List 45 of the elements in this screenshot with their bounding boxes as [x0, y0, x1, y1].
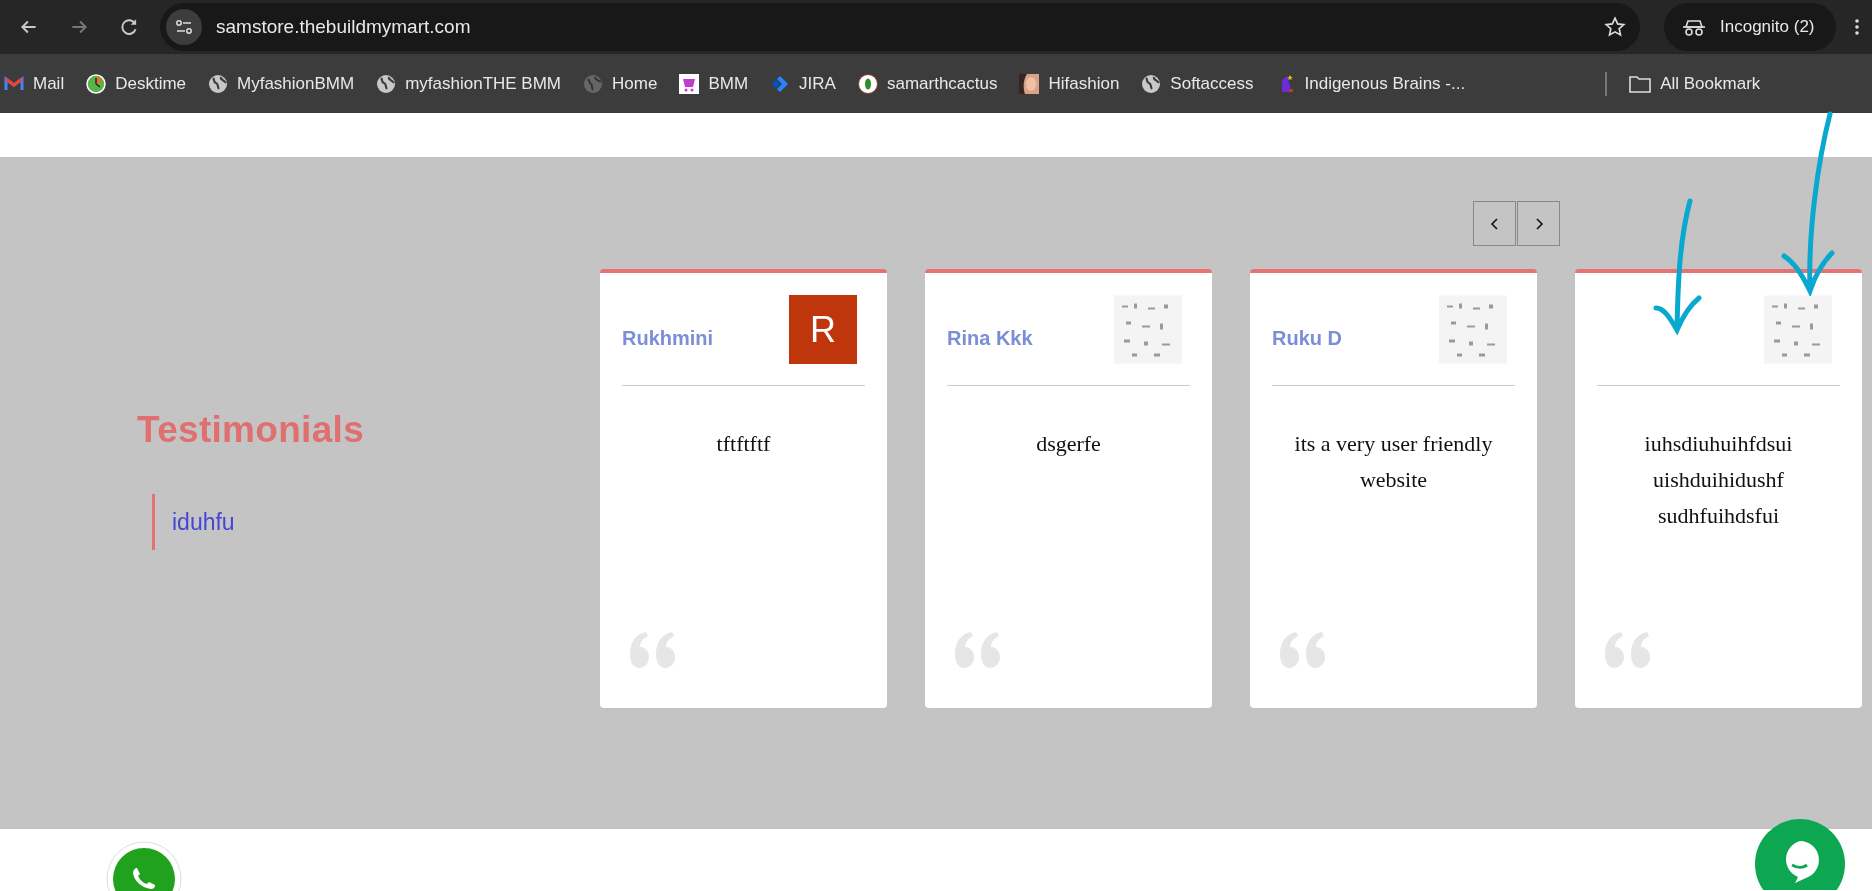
chat-button[interactable]: [1755, 819, 1845, 890]
globe-icon: [376, 73, 397, 94]
site-settings-icon[interactable]: [166, 9, 202, 45]
portrait-icon: [1019, 73, 1040, 94]
whatsapp-button[interactable]: [106, 841, 182, 891]
quote-icon: [1280, 632, 1328, 668]
section-title: Testimonials: [137, 409, 366, 451]
cart-icon: [679, 73, 700, 94]
bookmark-link[interactable]: Softaccess: [1141, 73, 1254, 94]
all-bookmarks-link[interactable]: All Bookmark: [1629, 73, 1761, 94]
bookmark-link[interactable]: BMM: [679, 73, 749, 94]
quote-icon: [630, 632, 678, 668]
quote-icon: [955, 632, 1003, 668]
globe-icon: [583, 73, 604, 94]
chevrons-icon: [770, 73, 791, 94]
globe-icon: [208, 73, 229, 94]
testimonial-text: dsgerfe: [1035, 430, 1102, 458]
star-icon[interactable]: [1604, 16, 1626, 38]
bookmark-link[interactable]: MyfashionBMM: [208, 73, 355, 94]
menu-icon[interactable]: [1854, 17, 1860, 37]
globe-icon: [1141, 73, 1162, 94]
bookmark-link[interactable]: Home: [583, 73, 658, 94]
quote-icon: [1605, 632, 1653, 668]
address-bar[interactable]: samstore.thebuildmymart.com: [160, 3, 1640, 51]
chevron-left-icon: [1489, 216, 1500, 231]
avatar-letter: R: [789, 295, 857, 364]
incognito-icon: [1682, 17, 1706, 37]
bookmark-link[interactable]: samarthcactus: [857, 73, 998, 94]
bookmark-link[interactable]: Mail: [4, 73, 65, 94]
testimonial-text: iuhsdiuhuihfdsui uishduihidushf sudhfuihdsfui: [1643, 430, 1794, 530]
bookmark-link[interactable]: Indigenous Brains -...: [1275, 73, 1466, 94]
reviewer-name: Ruku D: [1272, 327, 1342, 350]
reviewer-name: Rina Kkk: [947, 327, 1033, 350]
testimonial-text: tftftftf: [715, 430, 772, 458]
bookmark-link[interactable]: JIRA: [770, 73, 836, 94]
bookmark-link[interactable]: Hifashion: [1019, 73, 1120, 94]
leaf-icon: [857, 73, 878, 94]
testimonial-text: its a very user friendly website: [1293, 430, 1494, 494]
bookmark-link[interactable]: myfashionTHE BMM: [376, 73, 562, 94]
folder-icon: [1629, 74, 1652, 93]
chevron-right-icon: [1533, 216, 1544, 231]
incognito-button[interactable]: Incognito (2): [1664, 3, 1836, 51]
clock-icon: [86, 73, 107, 94]
bookmark-link[interactable]: Desktime: [86, 73, 187, 94]
reviewer-name: Rukhmini: [622, 327, 714, 350]
